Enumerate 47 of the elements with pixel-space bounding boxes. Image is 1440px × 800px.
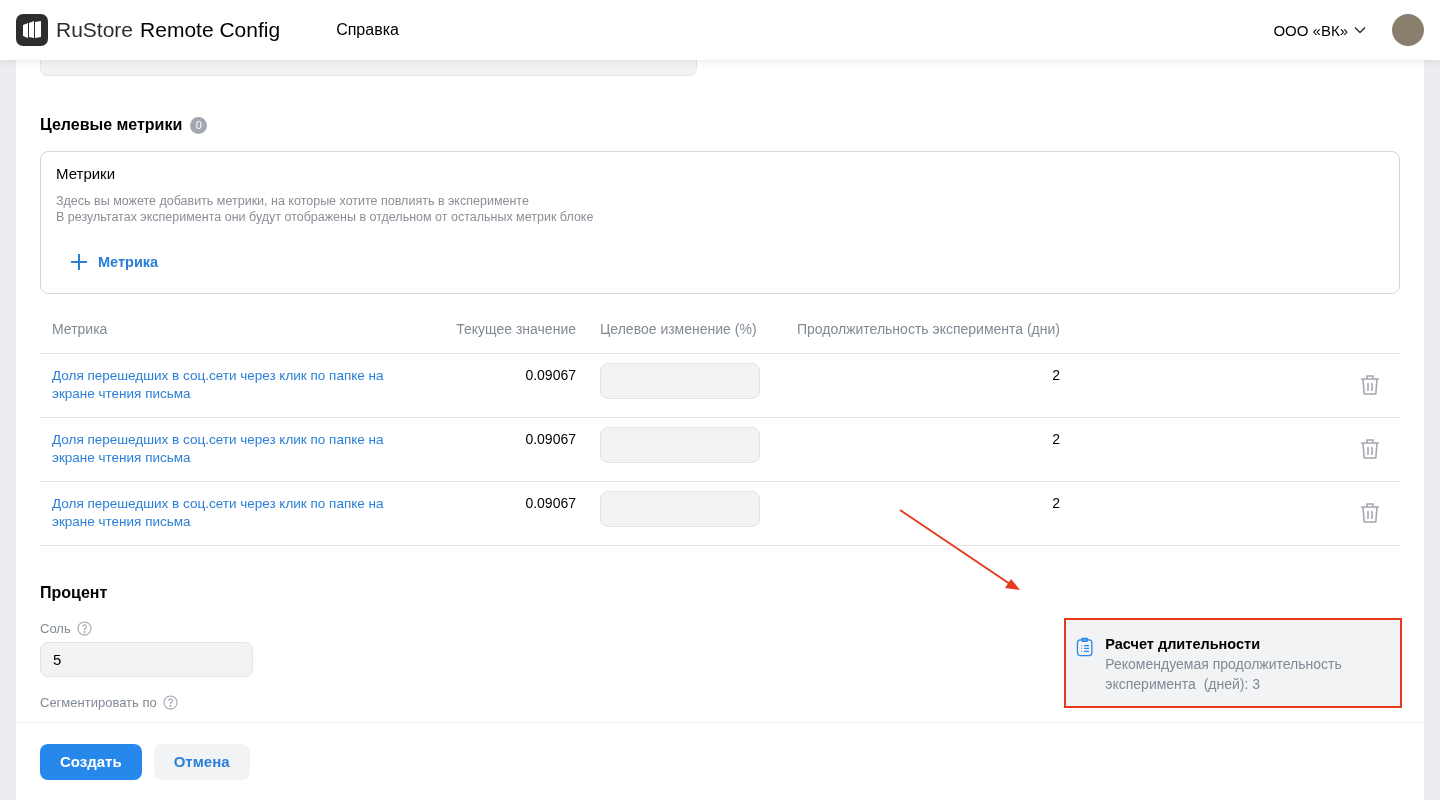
metric-link[interactable]: Доля перешедших в соц.сети через клик по папке на экране чтения письма [40,495,440,531]
column-header: Метрика [51,321,109,337]
current-value: 0.09067 [524,495,577,512]
toast-text: Рекомендуемая продолжительность эксперимента (дней): 3 [1105,655,1343,694]
duration-value: 2 [1051,431,1061,448]
delete-button[interactable] [1360,502,1380,524]
salt-input[interactable]: 5 [40,642,253,677]
toast-title: Расчет длительности [1105,635,1262,654]
create-button[interactable]: Создать [40,743,142,780]
current-value: 0.09067 [524,431,577,448]
target-change-input[interactable] [600,363,760,399]
count-badge: 0 [190,116,208,134]
target-change-input[interactable] [600,491,760,527]
delete-button[interactable] [1360,374,1380,396]
column-header: Текущее значение [455,321,577,337]
help-icon[interactable] [76,621,92,636]
field-label: Соль [40,621,71,636]
column-header: Продолжительность эксперимента (дни) [796,321,1061,337]
logo-icon [16,14,48,46]
org-dropdown[interactable]: ООО «ВК» [1273,21,1366,39]
cancel-button[interactable]: Отмена [153,743,250,780]
card-description: В результатах эксперимента они будут отображены в отдельном от остальных метрик блоке [56,209,595,225]
brand-name: RuStore [56,18,134,42]
section-title: Процент [40,583,108,603]
card-description: Здесь вы можете добавить метрики, на которые хотите повлиять в эксперименте [56,193,530,209]
field-label: Сегментировать по [40,695,157,710]
card-title: Метрики [56,164,117,184]
avatar[interactable] [1392,14,1424,46]
trash-icon [1360,502,1380,524]
chevron-down-icon [1354,26,1366,34]
help-icon[interactable] [162,695,178,710]
section-title: Целевые метрики [40,115,183,135]
duration-value: 2 [1051,495,1061,512]
input-field[interactable] [40,60,697,76]
trash-icon [1360,374,1380,396]
metric-link[interactable]: Доля перешедших в соц.сети через клик по папке на экране чтения письма [40,367,440,403]
nav-link[interactable]: Справка [336,21,399,39]
current-value: 0.09067 [524,367,577,384]
duration-value: 2 [1051,367,1061,384]
delete-button[interactable] [1360,438,1380,460]
metric-link[interactable]: Доля перешедших в соц.сети через клик по папке на экране чтения письма [40,431,440,467]
trash-icon [1360,438,1380,460]
add-metric-button[interactable]: Метрика [70,253,159,271]
column-header: Целевое изменение (%) [599,321,758,337]
target-change-input[interactable] [600,427,760,463]
product-name: Remote Config [140,18,281,42]
plus-icon [70,253,88,271]
